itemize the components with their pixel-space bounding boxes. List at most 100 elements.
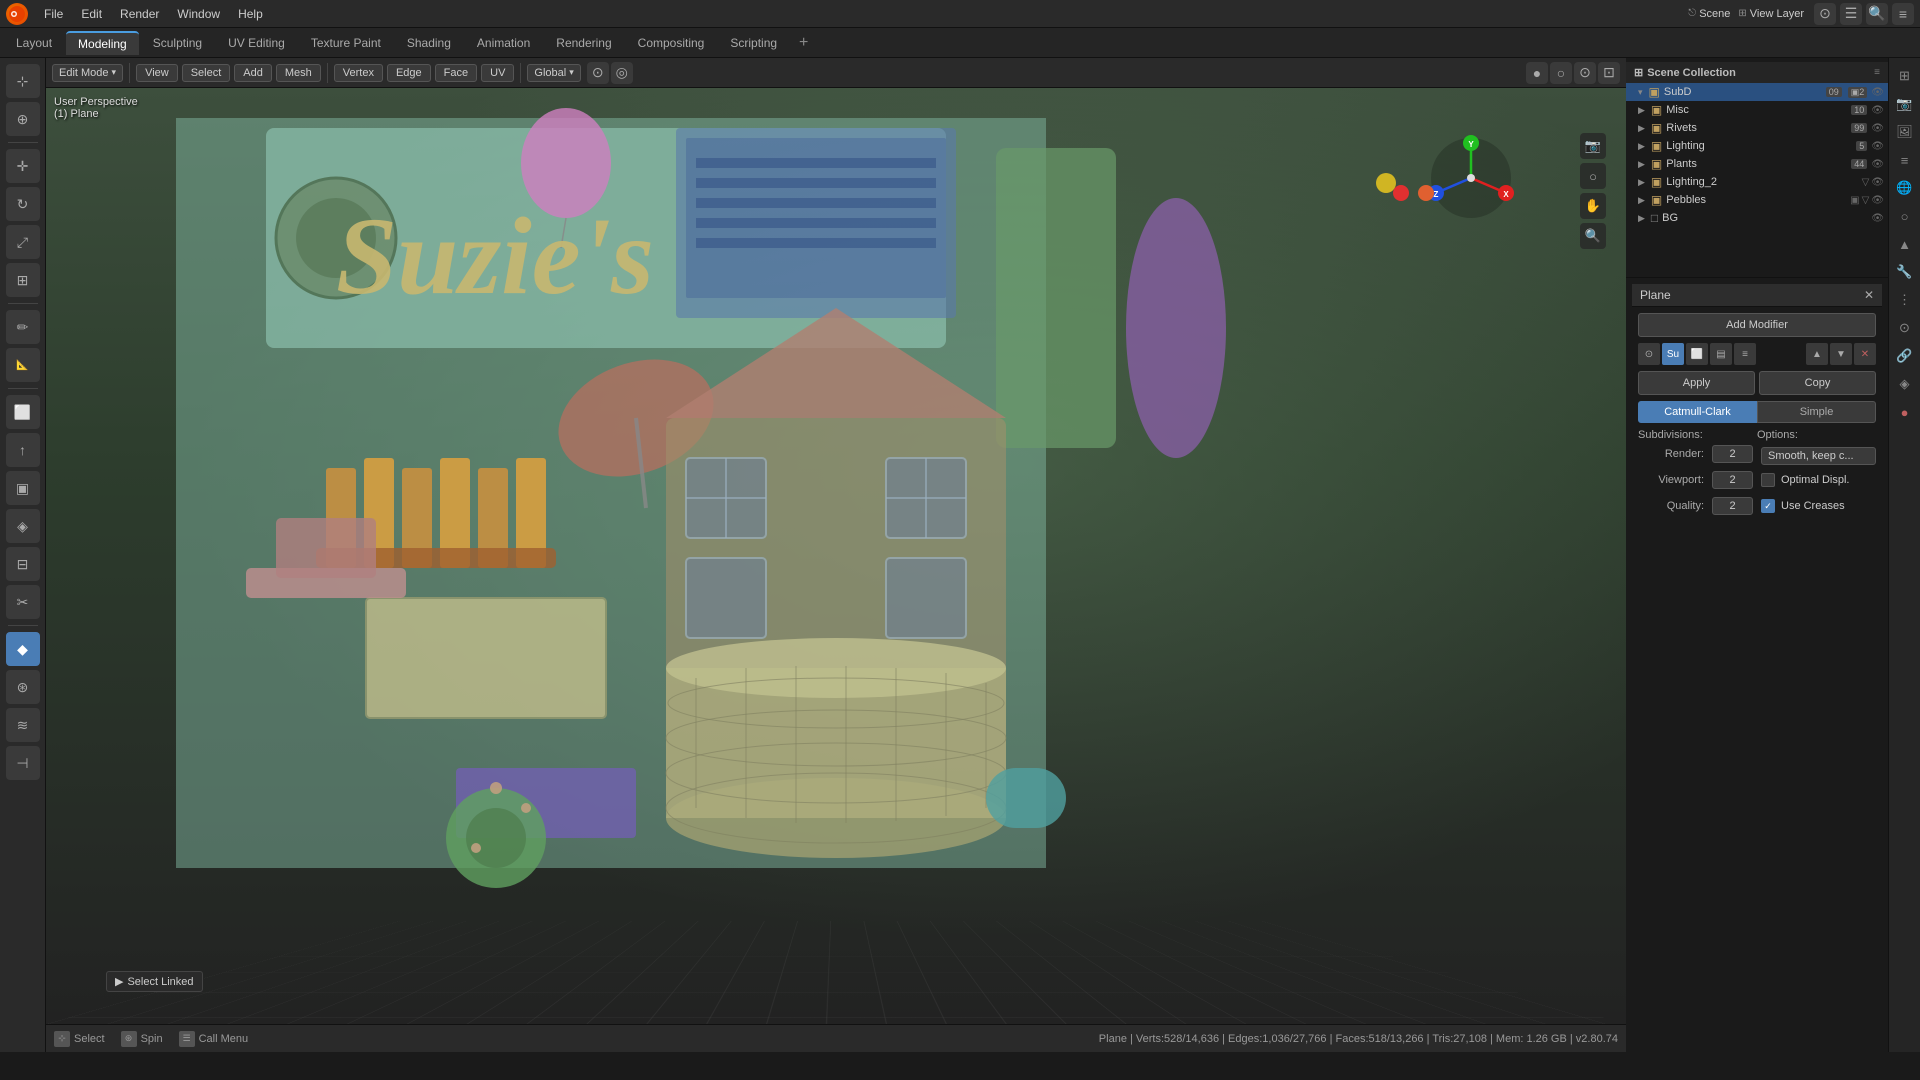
use-creases-checkbox[interactable]: ✓ [1761, 499, 1775, 513]
tab-rendering[interactable]: Rendering [544, 32, 623, 54]
outliner-item-subd[interactable]: ▾ ▣ SubD 09 ▣2 👁 [1626, 83, 1888, 101]
mode-selector[interactable]: Edit Mode [52, 64, 123, 82]
add-menu[interactable]: Add [234, 64, 272, 82]
measure-tool-btn[interactable]: 📐 [6, 348, 40, 382]
outliner-item-rivets[interactable]: ▶ ▣ Rivets 99 👁 [1626, 119, 1888, 137]
tab-animation[interactable]: Animation [465, 32, 542, 54]
scale-tool-btn[interactable]: ⤢ [6, 225, 40, 259]
subd-vis-eye[interactable]: 👁 [1871, 87, 1884, 98]
view-menu[interactable]: View [136, 64, 178, 82]
tab-layout[interactable]: Layout [4, 32, 64, 54]
tab-texture-paint[interactable]: Texture Paint [299, 32, 393, 54]
face-menu[interactable]: Face [435, 64, 477, 82]
rpanel-data-icon[interactable]: ◈ [1893, 372, 1917, 396]
mod-icon-3[interactable]: ≡ [1734, 343, 1756, 365]
spin-tool-btn[interactable]: ⊛ [6, 670, 40, 704]
rivets-vis-eye[interactable]: 👁 [1871, 123, 1884, 134]
lighting-vis-eye[interactable]: 👁 [1871, 141, 1884, 152]
add-workspace-tab[interactable]: + [791, 32, 816, 54]
rpanel-particles-icon[interactable]: ⋮ [1893, 288, 1917, 312]
mod-icon-2[interactable]: ▤ [1710, 343, 1732, 365]
rotate-tool-btn[interactable]: ↻ [6, 187, 40, 221]
catmull-clark-toggle[interactable]: Catmull-Clark [1638, 401, 1757, 423]
edge-menu[interactable]: Edge [387, 64, 431, 82]
lighting2-vis-eye[interactable]: 👁 [1871, 177, 1884, 188]
viewport-shading-solid[interactable]: ● [1526, 62, 1548, 84]
view-layer-name[interactable]: View Layer [1750, 8, 1804, 20]
outliner-item-misc[interactable]: ▶ ▣ Misc 10 👁 [1626, 101, 1888, 119]
camera-btn[interactable]: 📷 [1580, 133, 1606, 159]
menu-render[interactable]: Render [112, 4, 167, 24]
rpanel-render-icon[interactable]: 📷 [1893, 92, 1917, 116]
rpanel-material-icon[interactable]: ● [1893, 400, 1917, 424]
smooth-tool-btn[interactable]: ≋ [6, 708, 40, 742]
render-btn[interactable]: ○ [1580, 163, 1606, 189]
mod-icon-1[interactable]: ⬜ [1686, 343, 1708, 365]
apply-button[interactable]: Apply [1638, 371, 1755, 395]
tab-modeling[interactable]: Modeling [66, 31, 139, 55]
misc-vis-eye[interactable]: 👁 [1871, 105, 1884, 116]
add-modifier-btn[interactable]: Add Modifier [1638, 313, 1876, 337]
annotate-tool-btn[interactable]: ✏ [6, 310, 40, 344]
menu-window[interactable]: Window [169, 4, 228, 24]
mesh-menu[interactable]: Mesh [276, 64, 321, 82]
inset-tool-btn[interactable]: ▣ [6, 471, 40, 505]
smooth-option[interactable]: Smooth, keep c... [1761, 447, 1876, 465]
topbar-icon-1[interactable]: ⊙ [1814, 3, 1836, 25]
optimal-checkbox[interactable] [1761, 473, 1775, 487]
menu-help[interactable]: Help [230, 4, 271, 24]
edge-slide-tool-btn[interactable]: ⊣ [6, 746, 40, 780]
magnify-btn[interactable]: 🔍 [1580, 223, 1606, 249]
rpanel-view-layer-icon[interactable]: ≡ [1893, 148, 1917, 172]
mod-delete[interactable]: ✕ [1854, 343, 1876, 365]
rpanel-object-icon[interactable]: ▲ [1893, 232, 1917, 256]
pebbles-vis-render[interactable]: 👁 [1871, 195, 1884, 206]
mod-move-up[interactable]: ▲ [1806, 343, 1828, 365]
poly-build-tool-btn[interactable]: ◆ [6, 632, 40, 666]
tab-sculpting[interactable]: Sculpting [141, 32, 214, 54]
bg-vis-eye[interactable]: 👁 [1871, 213, 1884, 224]
rpanel-output-icon[interactable]: 🖼 [1893, 120, 1917, 144]
menu-edit[interactable]: Edit [73, 4, 110, 24]
select-tool-btn[interactable]: ⊹ [6, 64, 40, 98]
rpanel-physics-icon[interactable]: ⊙ [1893, 316, 1917, 340]
outliner-filter-icon[interactable]: ≡ [1874, 67, 1880, 78]
uv-menu[interactable]: UV [481, 64, 514, 82]
snap-toggle[interactable]: ⊙ [587, 62, 609, 84]
rpanel-modifier-icon[interactable]: 🔧 [1893, 260, 1917, 284]
copy-button[interactable]: Copy [1759, 371, 1876, 395]
knife-tool-btn[interactable]: ✂ [6, 585, 40, 619]
xray-toggle[interactable]: ⊡ [1598, 62, 1620, 84]
menu-file[interactable]: File [36, 4, 71, 24]
cursor-tool-btn[interactable]: ⊕ [6, 102, 40, 136]
quality-value[interactable]: 2 [1712, 497, 1753, 515]
pebbles-filter[interactable]: ▣ [1850, 195, 1859, 206]
tab-scripting[interactable]: Scripting [718, 32, 789, 54]
tab-uv-editing[interactable]: UV Editing [216, 32, 297, 54]
topbar-icon-2[interactable]: ☰ [1840, 3, 1862, 25]
move-tool-btn[interactable]: ✛ [6, 149, 40, 183]
rpanel-constraints-icon[interactable]: 🔗 [1893, 344, 1917, 368]
hand-btn[interactable]: ✋ [1580, 193, 1606, 219]
outliner-item-bg[interactable]: ▶ □ BG 👁 [1626, 209, 1888, 227]
select-menu[interactable]: Select [182, 64, 231, 82]
proportional-edit[interactable]: ◎ [611, 62, 633, 84]
scene-name[interactable]: Scene [1699, 8, 1730, 20]
add-cube-tool-btn[interactable]: ⬜ [6, 395, 40, 429]
pebbles-vis-eye[interactable]: ▽ [1862, 195, 1870, 206]
render-value[interactable]: 2 [1712, 445, 1753, 463]
extrude-tool-btn[interactable]: ↑ [6, 433, 40, 467]
rpanel-scene-icon[interactable]: ⊞ [1893, 64, 1917, 88]
outliner-item-lighting[interactable]: ▶ ▣ Lighting 5 👁 [1626, 137, 1888, 155]
topbar-search[interactable]: 🔍 [1866, 3, 1888, 25]
mod-type-subd[interactable]: Su [1662, 343, 1684, 365]
simple-toggle[interactable]: Simple [1757, 401, 1876, 423]
lighting2-filter[interactable]: ▽ [1862, 177, 1870, 188]
pivot-selector[interactable]: Global [527, 64, 580, 82]
navigation-gizmo[interactable]: Y X Z [1426, 133, 1516, 226]
viewport-overlays[interactable]: ⊙ [1574, 62, 1596, 84]
vertex-menu[interactable]: Vertex [334, 64, 383, 82]
bevel-tool-btn[interactable]: ◈ [6, 509, 40, 543]
plants-vis-eye[interactable]: 👁 [1871, 159, 1884, 170]
properties-close-btn[interactable]: ✕ [1864, 288, 1874, 302]
